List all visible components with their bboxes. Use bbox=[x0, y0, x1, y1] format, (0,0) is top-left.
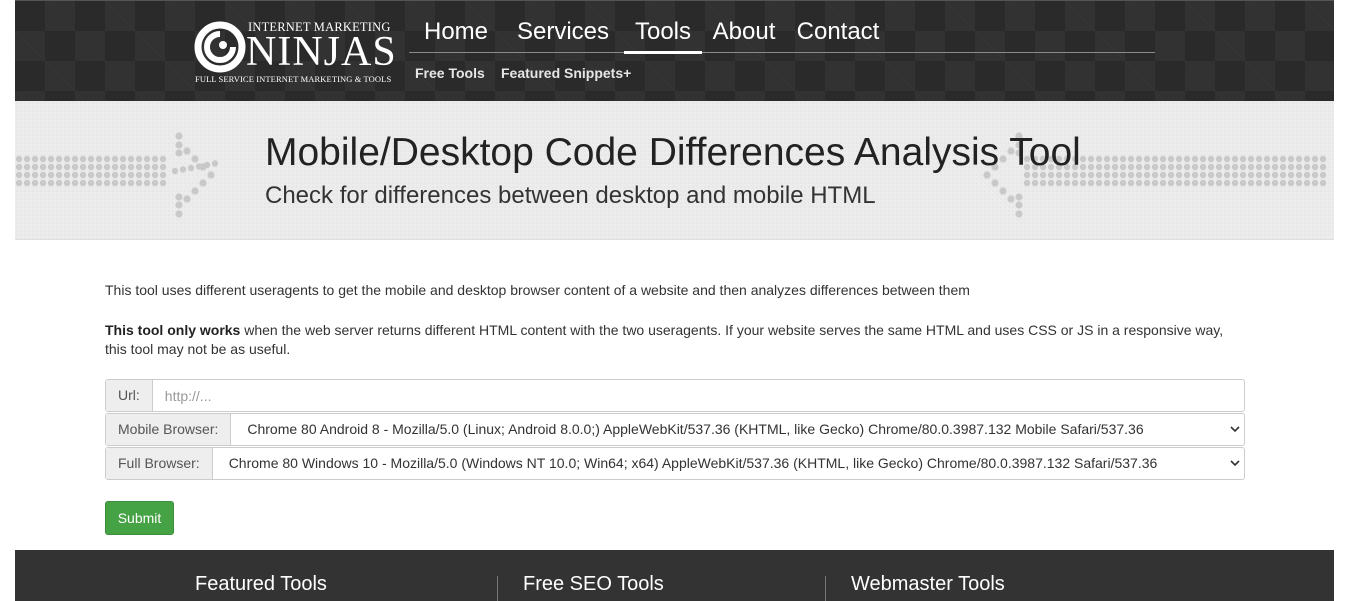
chevron-down-icon bbox=[1230, 426, 1240, 433]
page-subtitle: Check for differences between desktop an… bbox=[265, 182, 876, 209]
tool-note-bold: This tool only works bbox=[105, 322, 241, 338]
footer-divider bbox=[497, 576, 498, 601]
logo-tagline: FULL SERVICE INTERNET MARKETING & TOOLS bbox=[195, 74, 392, 84]
nav-services[interactable]: Services bbox=[513, 15, 613, 53]
mobile-browser-group: Mobile Browser: Chrome 80 Android 8 - Mo… bbox=[105, 413, 1245, 446]
url-field-group: Url: bbox=[105, 379, 1245, 412]
url-input[interactable] bbox=[152, 380, 1244, 411]
site-header: INTERNET MARKETING NINJAS FULL SERVICE I… bbox=[15, 0, 1334, 101]
mobile-browser-select[interactable]: Chrome 80 Android 8 - Mozilla/5.0 (Linux… bbox=[231, 414, 1244, 445]
mobile-browser-value: Chrome 80 Android 8 - Mozilla/5.0 (Linux… bbox=[247, 421, 1144, 437]
footer-divider bbox=[825, 576, 826, 601]
main-nav: Home Services Tools About Contact bbox=[409, 15, 1155, 54]
page-banner: Mobile/Desktop Code Differences Analysis… bbox=[15, 101, 1334, 240]
page-title: Mobile/Desktop Code Differences Analysis… bbox=[265, 131, 1081, 174]
site-footer: Featured Tools Free SEO Tools Webmaster … bbox=[15, 550, 1334, 601]
tool-note-text: when the web server returns different HT… bbox=[105, 322, 1224, 357]
footer-heading-free-seo-tools: Free SEO Tools bbox=[523, 573, 664, 595]
chevron-down-icon bbox=[1230, 460, 1240, 467]
nav-home[interactable]: Home bbox=[414, 15, 498, 53]
logo-wordmark: NINJAS bbox=[246, 29, 397, 75]
url-label: Url: bbox=[106, 380, 153, 411]
footer-heading-webmaster-tools: Webmaster Tools bbox=[851, 573, 1005, 595]
site-logo[interactable]: INTERNET MARKETING NINJAS FULL SERVICE I… bbox=[194, 19, 396, 85]
footer-heading-featured-tools: Featured Tools bbox=[195, 573, 327, 595]
logo-mark-icon bbox=[194, 21, 246, 73]
nav-about[interactable]: About bbox=[709, 15, 779, 53]
tool-note: This tool only works when the web server… bbox=[105, 321, 1245, 359]
subnav-featured-snippets[interactable]: Featured Snippets+ bbox=[501, 65, 631, 81]
nav-tools[interactable]: Tools bbox=[624, 15, 702, 54]
submit-button[interactable]: Submit bbox=[105, 501, 174, 535]
full-browser-value: Chrome 80 Windows 10 - Mozilla/5.0 (Wind… bbox=[228, 455, 1158, 471]
mobile-browser-label: Mobile Browser: bbox=[106, 414, 232, 445]
nav-contact[interactable]: Contact bbox=[791, 15, 885, 53]
subnav-free-tools[interactable]: Free Tools bbox=[415, 65, 485, 81]
full-browser-label: Full Browser: bbox=[106, 448, 213, 479]
tool-description: This tool uses different useragents to g… bbox=[105, 282, 970, 298]
full-browser-group: Full Browser: Chrome 80 Windows 10 - Moz… bbox=[105, 447, 1245, 480]
full-browser-select[interactable]: Chrome 80 Windows 10 - Mozilla/5.0 (Wind… bbox=[213, 448, 1244, 479]
